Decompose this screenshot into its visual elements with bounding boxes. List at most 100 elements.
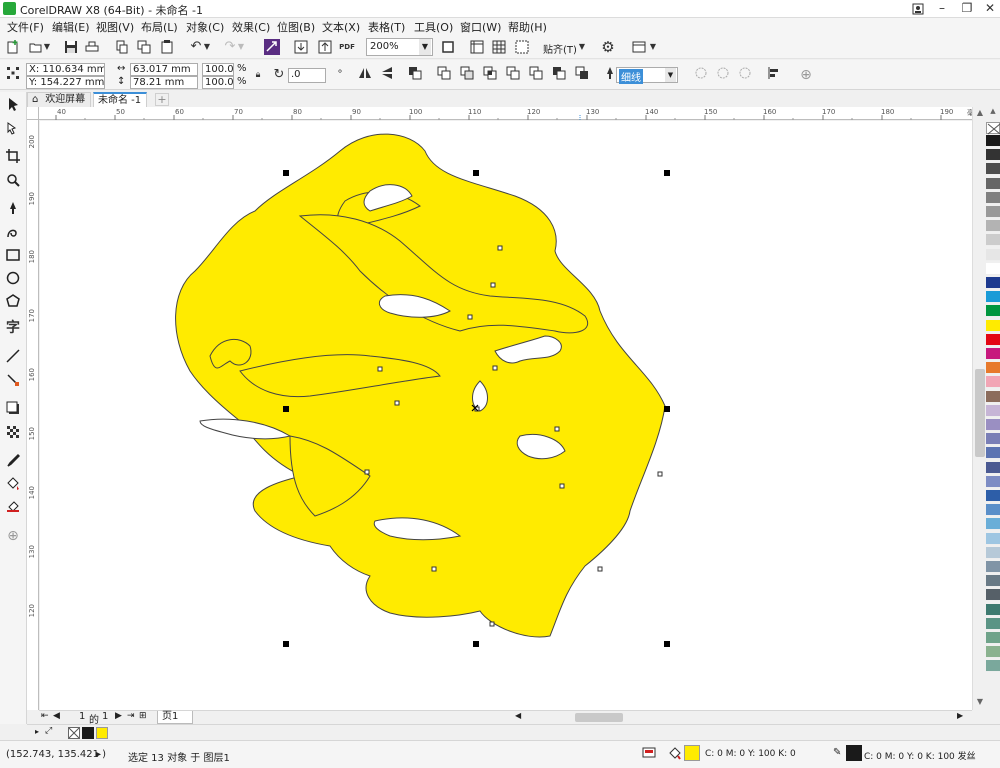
palette-swatch[interactable] <box>986 177 1000 190</box>
menu-object[interactable]: 对象(C) <box>186 19 224 35</box>
import-icon[interactable] <box>291 38 311 56</box>
palette-swatch[interactable] <box>986 532 1000 545</box>
show-grid-icon[interactable] <box>489 38 509 56</box>
scroll-down-arrow-icon[interactable]: ▼ <box>974 696 986 708</box>
zoom-tool-icon[interactable] <box>3 170 23 190</box>
hscroll-left-arrow-icon[interactable]: ◀ <box>515 711 521 720</box>
mirror-horizontal-icon[interactable] <box>355 66 375 84</box>
add-toolbar-button-icon[interactable]: ⊕ <box>796 66 816 84</box>
page-tab-1[interactable]: 页1 <box>157 711 194 724</box>
previous-page-icon[interactable]: ◀ <box>53 711 60 721</box>
object-width-field[interactable]: 63.017 mm <box>130 63 198 76</box>
trim-icon[interactable] <box>457 66 477 84</box>
document-palette-menu-icon[interactable]: ▸ <box>35 727 39 736</box>
ruler-origin-corner[interactable] <box>27 107 39 120</box>
ellipse-tool-icon[interactable] <box>3 268 23 288</box>
palette-swatch[interactable] <box>986 589 1000 602</box>
menu-edit[interactable]: 编辑(E) <box>52 19 90 35</box>
snap-to-dropdown-chevron-icon[interactable]: ▼ <box>577 38 587 56</box>
simplify-icon[interactable] <box>503 66 523 84</box>
status-expand-arrow[interactable]: ▸ <box>96 749 101 760</box>
lock-ratio-icon[interactable]: 🔒︎ <box>248 66 268 84</box>
menu-effects[interactable]: 效果(C) <box>232 19 270 35</box>
next-page-icon[interactable]: ▶ <box>115 711 122 721</box>
vertical-ruler[interactable]: 200 190 180 170 160 150 140 130 120 <box>27 120 39 710</box>
palette-swatch[interactable] <box>986 234 1000 247</box>
palette-swatch[interactable] <box>986 135 1000 147</box>
color-proofing-icon[interactable] <box>642 746 656 760</box>
palette-swatch[interactable] <box>986 419 1000 431</box>
hscroll-right-arrow-icon[interactable]: ▶ <box>957 711 963 720</box>
no-color-swatch[interactable] <box>986 122 1000 135</box>
palette-swatch[interactable] <box>986 603 1000 616</box>
palette-swatch[interactable] <box>986 277 1000 289</box>
drawing-canvas[interactable] <box>40 121 972 710</box>
application-launcher-icon[interactable] <box>629 38 649 56</box>
eyedropper-tool-icon[interactable] <box>3 450 23 470</box>
full-screen-icon[interactable] <box>438 38 458 56</box>
palette-swatch[interactable] <box>986 149 1000 162</box>
crop-tool-icon[interactable] <box>3 146 23 166</box>
menu-text[interactable]: 文本(X) <box>322 19 360 35</box>
horizontal-ruler[interactable]: 40 50 60 70 80 90 100 110 120 130 140 15… <box>39 107 985 120</box>
palette-swatch[interactable] <box>986 319 1000 332</box>
doc-palette-black-swatch[interactable] <box>82 727 94 739</box>
palette-swatch[interactable] <box>986 362 1000 375</box>
back-minus-front-icon[interactable] <box>549 66 569 84</box>
outline-color-swatch[interactable] <box>846 745 862 761</box>
create-boundary-icon[interactable] <box>572 66 592 84</box>
scale-x-field[interactable]: 100.0 <box>202 63 234 76</box>
transparency-tool-icon[interactable] <box>3 422 23 442</box>
close-button[interactable]: ✕ <box>978 0 1000 18</box>
palette-swatch[interactable] <box>986 447 1000 460</box>
pick-tool-icon[interactable] <box>3 94 23 114</box>
parallel-dimension-tool-icon[interactable] <box>3 346 23 366</box>
palette-swatch[interactable] <box>986 206 1000 218</box>
menu-tools[interactable]: 工具(O) <box>414 19 453 35</box>
palette-swatch[interactable] <box>986 262 1000 275</box>
person-icon[interactable] <box>906 0 930 18</box>
palette-swatch[interactable] <box>986 490 1000 502</box>
cut-icon[interactable] <box>112 38 132 56</box>
menu-table[interactable]: 表格(T) <box>368 19 405 35</box>
undo-dropdown-chevron-icon[interactable]: ▼ <box>202 38 212 56</box>
outline-width-combo[interactable]: 细线 ▼ <box>616 67 678 84</box>
scroll-up-arrow-icon[interactable]: ▲ <box>974 107 986 119</box>
restore-button[interactable]: ❐ <box>955 0 979 18</box>
palette-swatch[interactable] <box>986 220 1000 233</box>
doc-palette-yellow-swatch[interactable] <box>96 727 108 739</box>
palette-scroll-up-icon[interactable]: ▲ <box>988 107 998 117</box>
zoom-level-combo[interactable]: 200% ▼ <box>366 38 433 56</box>
menu-view[interactable]: 视图(V) <box>96 19 134 35</box>
smart-fill-tool-icon[interactable] <box>3 496 23 516</box>
customize-toolbox-icon[interactable]: ⊕ <box>3 526 23 546</box>
palette-swatch[interactable] <box>986 163 1000 176</box>
convert-to-curves-icon[interactable] <box>691 66 711 84</box>
menu-bitmaps[interactable]: 位图(B) <box>277 19 315 35</box>
horizontal-scroll-thumb[interactable] <box>575 713 623 722</box>
align-distribute-icon[interactable] <box>764 66 784 84</box>
palette-swatch[interactable] <box>986 632 1000 644</box>
palette-swatch[interactable] <box>986 404 1000 417</box>
lion-head-artwork[interactable] <box>40 121 972 710</box>
show-rulers-icon[interactable] <box>467 38 487 56</box>
palette-swatch[interactable] <box>986 333 1000 346</box>
drop-shadow-tool-icon[interactable] <box>3 398 23 418</box>
launcher-dropdown-chevron-icon[interactable]: ▼ <box>648 38 658 56</box>
break-apart-icon[interactable] <box>735 66 755 84</box>
new-tab-plus-icon[interactable]: + <box>155 93 169 106</box>
palette-swatch[interactable] <box>986 660 1000 673</box>
palette-swatch[interactable] <box>986 561 1000 573</box>
menu-window[interactable]: 窗口(W) <box>460 19 501 35</box>
fill-color-swatch[interactable] <box>684 745 700 761</box>
copy-icon[interactable] <box>134 38 154 56</box>
palette-swatch[interactable] <box>986 348 1000 360</box>
menu-layout[interactable]: 布局(L) <box>141 19 178 35</box>
palette-swatch[interactable] <box>986 291 1000 304</box>
connector-tool-icon[interactable] <box>3 370 23 390</box>
menu-help[interactable]: 帮助(H) <box>508 19 547 35</box>
show-guidelines-icon[interactable] <box>512 38 532 56</box>
menu-file[interactable]: 文件(F) <box>7 19 44 35</box>
snap-to-label[interactable]: 贴齐(T) <box>543 41 577 56</box>
position-x-field[interactable]: X: 110.634 mm <box>26 63 105 76</box>
